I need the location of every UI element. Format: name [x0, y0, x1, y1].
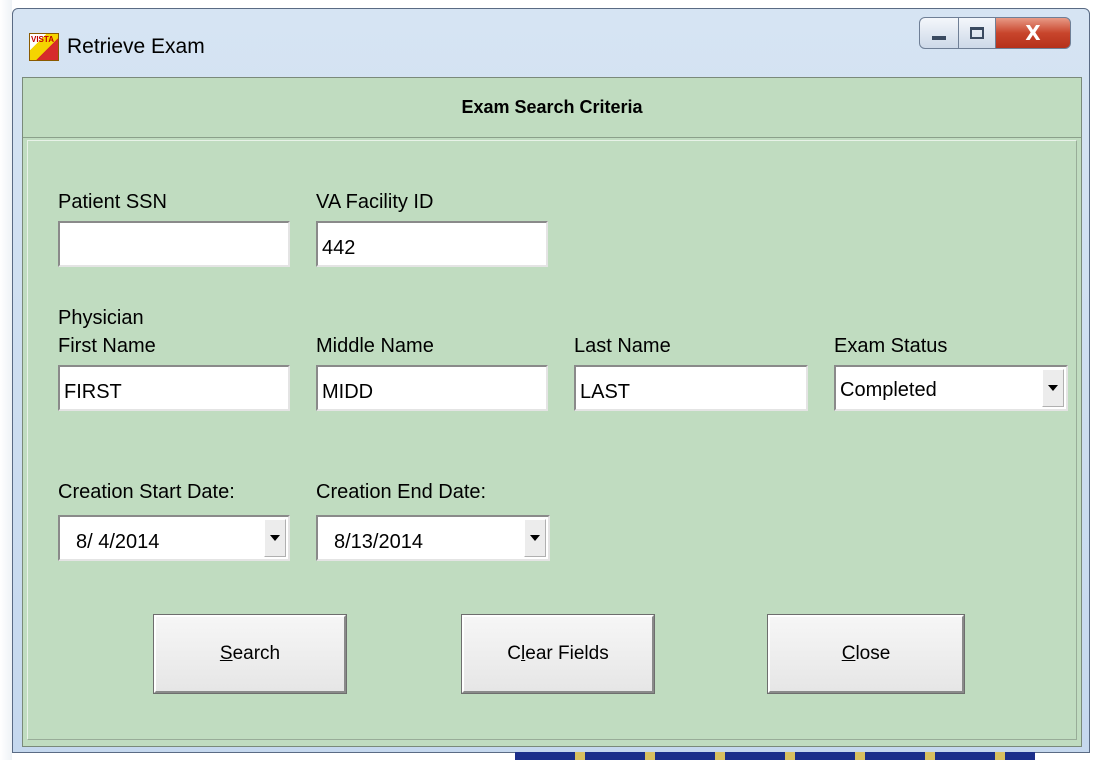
window-title: Retrieve Exam	[67, 35, 205, 58]
first-name-label: First Name	[58, 335, 156, 357]
maximize-icon	[970, 27, 984, 39]
header-band: Exam Search Criteria	[23, 78, 1081, 138]
first-name-field[interactable]: FIRST	[58, 365, 290, 411]
vista-app-icon: VISTA	[29, 33, 59, 61]
background-decoration	[515, 752, 1035, 760]
search-button[interactable]: Search	[153, 614, 347, 694]
client-area: Exam Search Criteria Patient SSN VA Faci…	[22, 77, 1082, 747]
search-button-label: Search	[219, 643, 281, 664]
header-title: Exam Search Criteria	[461, 97, 643, 117]
chevron-down-icon[interactable]	[264, 519, 286, 557]
va-facility-id-field[interactable]: 442	[316, 221, 548, 267]
clear-fields-button[interactable]: Clear Fields	[461, 614, 655, 694]
last-name-field[interactable]: LAST	[574, 365, 808, 411]
physician-group-label: Physician	[58, 307, 144, 329]
middle-name-label: Middle Name	[316, 335, 434, 357]
app-icon-text: VISTA	[31, 35, 54, 44]
creation-start-date-label: Creation Start Date:	[58, 481, 235, 503]
clear-fields-button-label: Clear Fields	[507, 643, 609, 664]
close-window-button[interactable]: X	[995, 17, 1071, 49]
minimize-icon	[932, 36, 946, 40]
close-icon: X	[1025, 21, 1041, 45]
minimize-button[interactable]	[919, 17, 959, 49]
chevron-down-icon[interactable]	[524, 519, 546, 557]
close-button-label: Close	[841, 643, 891, 664]
patient-ssn-label: Patient SSN	[58, 191, 167, 213]
maximize-button[interactable]	[958, 17, 996, 49]
desktop-edge	[0, 0, 12, 760]
creation-start-date-value: 8/ 4/2014	[76, 531, 160, 553]
chevron-down-icon[interactable]	[1042, 369, 1064, 407]
va-facility-id-label: VA Facility ID	[316, 191, 434, 213]
creation-start-date-picker[interactable]: 8/ 4/2014	[58, 515, 290, 561]
creation-end-date-picker[interactable]: 8/13/2014	[316, 515, 550, 561]
close-button[interactable]: Close	[767, 614, 965, 694]
title-bar[interactable]: VISTA Retrieve Exam X	[13, 9, 1089, 77]
search-criteria-panel: Patient SSN VA Facility ID 442 Physician…	[27, 140, 1077, 740]
exam-status-value: Completed	[840, 379, 937, 401]
creation-end-date-value: 8/13/2014	[334, 531, 423, 553]
middle-name-field[interactable]: MIDD	[316, 365, 548, 411]
last-name-label: Last Name	[574, 335, 671, 357]
retrieve-exam-window: VISTA Retrieve Exam X Exam Search Criter…	[12, 8, 1090, 753]
creation-end-date-label: Creation End Date:	[316, 481, 487, 503]
patient-ssn-field[interactable]	[58, 221, 290, 267]
exam-status-label: Exam Status	[834, 335, 948, 357]
exam-status-dropdown[interactable]: Completed	[834, 365, 1068, 411]
